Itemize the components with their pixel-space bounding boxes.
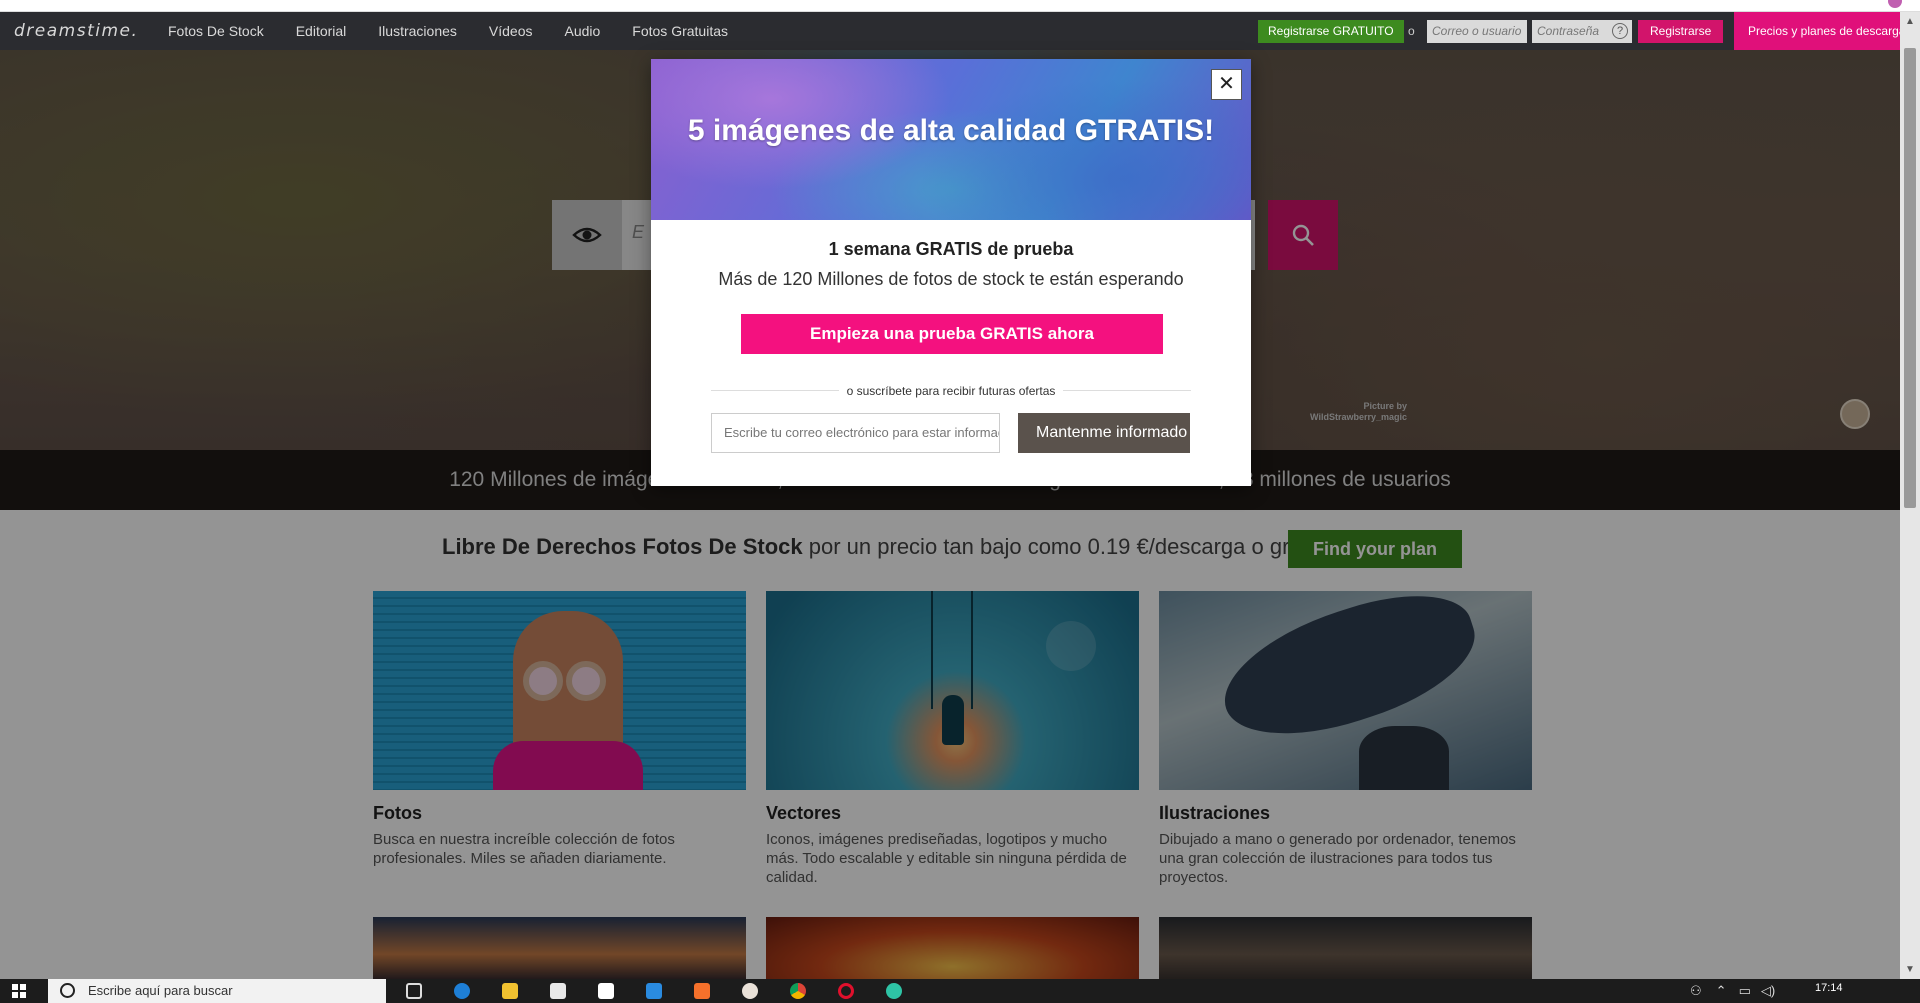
system-tray: ⚇ ⌃ ▭ ◁) <box>1690 979 1775 1003</box>
top-navigation: dreamstime. Fotos De Stock Editorial Ilu… <box>0 12 1900 50</box>
page-scrollbar[interactable]: ▲ ▼ <box>1900 12 1920 979</box>
pricing-plans-button[interactable]: Precios y planes de descarga <box>1734 12 1900 50</box>
edge-icon[interactable] <box>450 979 474 1003</box>
password-field[interactable]: Contraseña ? <box>1532 20 1632 43</box>
people-icon[interactable]: ⚇ <box>1690 983 1702 999</box>
modal-description: Más de 120 Millones de fotos de stock te… <box>718 269 1184 289</box>
windows-start-icon[interactable] <box>12 984 26 998</box>
nav-link-free-photos[interactable]: Fotos Gratuitas <box>632 12 728 50</box>
network-icon[interactable]: ▭ <box>1739 983 1751 999</box>
nav-links: Fotos De Stock Editorial Ilustraciones V… <box>168 12 760 50</box>
start-trial-button[interactable]: Empieza una prueba GRATIS ahora <box>741 314 1163 354</box>
modal-header: 5 imágenes de alta calidad GTRATIS! ✕ <box>651 59 1251 220</box>
task-view-icon[interactable] <box>402 979 426 1003</box>
paint-icon[interactable] <box>738 979 762 1003</box>
browser-top-strip <box>0 0 1920 12</box>
nav-link-illustrations[interactable]: Ilustraciones <box>378 12 457 50</box>
profile-avatar-icon[interactable] <box>1888 0 1902 8</box>
mail-icon[interactable] <box>594 979 618 1003</box>
register-free-button[interactable]: Registrarse GRATUITO <box>1258 20 1404 43</box>
chrome-icon[interactable] <box>786 979 810 1003</box>
username-field[interactable]: Correo o usuario <box>1427 20 1527 43</box>
modal-title: 5 imágenes de alta calidad GTRATIS! <box>687 114 1215 147</box>
taskbar-search[interactable]: Escribe aquí para buscar <box>48 979 386 1003</box>
divider-text: o suscríbete para recibir futuras oferta… <box>838 384 1064 398</box>
dreamstime-logo[interactable]: dreamstime. <box>14 21 138 41</box>
vscode-icon[interactable] <box>642 979 666 1003</box>
help-icon[interactable]: ? <box>1612 23 1628 39</box>
scroll-down-icon[interactable]: ▼ <box>1905 964 1915 975</box>
password-placeholder: Contraseña <box>1537 24 1600 38</box>
nav-link-editorial[interactable]: Editorial <box>296 12 347 50</box>
windows-taskbar: Escribe aquí para buscar ⚇ ⌃ ▭ ◁) 17:14 <box>0 979 1920 1003</box>
taskbar-search-placeholder: Escribe aquí para buscar <box>88 983 233 998</box>
scroll-up-icon[interactable]: ▲ <box>1905 16 1915 27</box>
file-explorer-icon[interactable] <box>498 979 522 1003</box>
opera-icon[interactable] <box>834 979 858 1003</box>
divider-text-wrap: o suscríbete para recibir futuras oferta… <box>711 383 1191 399</box>
close-icon[interactable]: ✕ <box>1211 69 1242 100</box>
email-input[interactable]: Escribe tu correo electrónico para estar… <box>711 413 1000 453</box>
edge-beta-icon[interactable] <box>882 979 906 1003</box>
volume-icon[interactable]: ◁) <box>1761 983 1775 999</box>
store-icon[interactable] <box>546 979 570 1003</box>
promo-modal: 5 imágenes de alta calidad GTRATIS! ✕ 1 … <box>651 59 1251 486</box>
nav-link-audio[interactable]: Audio <box>564 12 600 50</box>
keep-informed-button[interactable]: Mantenme informado <box>1018 413 1190 453</box>
taskbar-clock[interactable]: 17:14 <box>1815 982 1843 994</box>
nav-link-videos[interactable]: Vídeos <box>489 12 533 50</box>
subscribe-divider: o suscríbete para recibir futuras oferta… <box>711 383 1191 399</box>
sign-in-button[interactable]: Registrarse <box>1638 20 1724 43</box>
scrollbar-thumb[interactable] <box>1904 48 1916 508</box>
search-icon <box>60 983 75 998</box>
or-label: o <box>1408 24 1415 38</box>
xampp-icon[interactable] <box>690 979 714 1003</box>
nav-link-stock-photos[interactable]: Fotos De Stock <box>168 12 264 50</box>
taskbar-apps <box>402 979 930 1003</box>
chevron-up-icon[interactable]: ⌃ <box>1716 983 1727 999</box>
modal-subtitle: 1 semana GRATIS de prueba <box>828 239 1074 259</box>
